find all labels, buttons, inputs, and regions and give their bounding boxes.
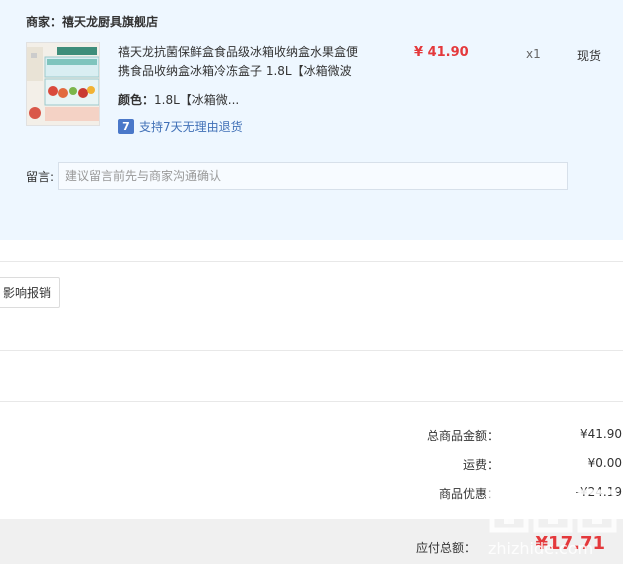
payable-label: 应付总额： bbox=[415, 541, 476, 555]
return-policy[interactable]: 7 支持7天无理由退货 bbox=[118, 118, 243, 135]
payable-bar: 应付总额： ¥17.71 bbox=[0, 519, 623, 564]
payable-value: ¥17.71 bbox=[535, 533, 605, 554]
invoice-reimburse-button[interactable]: 影响报销 bbox=[0, 277, 60, 308]
total-goods-label: 总商品金额： bbox=[426, 429, 499, 443]
return-policy-text: 支持7天无理由退货 bbox=[139, 120, 243, 134]
shipping-label: 运费： bbox=[462, 458, 499, 472]
divider bbox=[0, 261, 623, 262]
color-label: 颜色： bbox=[118, 93, 155, 107]
stock-status: 现货 bbox=[577, 49, 602, 63]
shipping-value: ¥0.00 bbox=[587, 456, 622, 470]
discount-label: 商品优惠： bbox=[438, 487, 499, 501]
seven-day-return-icon: 7 bbox=[118, 119, 134, 134]
product-title[interactable]: 禧天龙抗菌保鲜盒食品级冰箱收纳盒水果盒便携食品收纳盒冰箱冷冻盒子 1.8L【冰箱… bbox=[118, 43, 368, 81]
color-value: 1.8L【冰箱微... bbox=[154, 93, 240, 107]
total-goods-value: ¥41.90 bbox=[580, 427, 622, 441]
divider bbox=[0, 350, 623, 351]
product-thumbnail[interactable] bbox=[26, 42, 100, 126]
remark-input[interactable] bbox=[58, 162, 568, 190]
remark-label: 留言: bbox=[26, 170, 55, 184]
product-price: ¥ 41.90 bbox=[414, 45, 469, 60]
divider bbox=[0, 401, 623, 402]
discount-value: -¥24.19 bbox=[575, 485, 622, 499]
product-image bbox=[27, 43, 99, 125]
order-panel: 商家：禧天龙厨具旗舰店 禧天龙抗菌保鲜盒食品级冰箱收纳盒水果盒便携食品收纳盒冰箱… bbox=[0, 0, 623, 240]
product-color: 颜色：1.8L【冰箱微... bbox=[118, 91, 239, 108]
merchant-name[interactable]: 商家：禧天龙厨具旗舰店 bbox=[26, 13, 158, 30]
product-quantity: x1 bbox=[526, 47, 541, 61]
